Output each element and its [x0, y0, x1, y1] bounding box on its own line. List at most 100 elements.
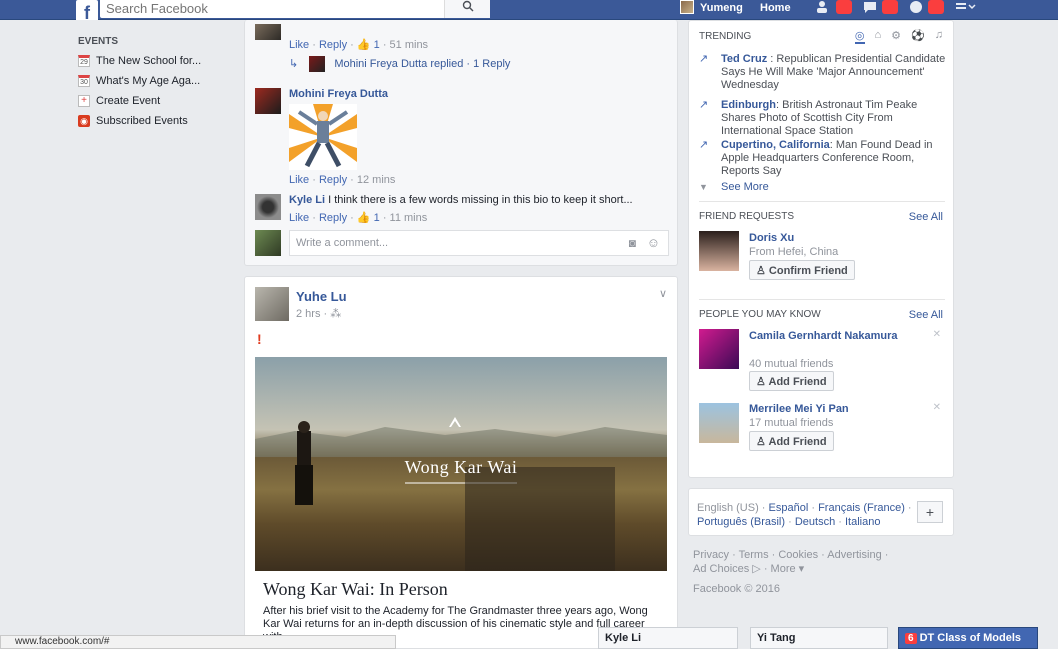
politics-icon[interactable]: ⌂ — [875, 29, 882, 44]
trending-topic: Ted Cruz — [721, 53, 768, 65]
friend-requests-icon[interactable] — [816, 0, 832, 14]
post-time-text: 2 hrs — [296, 308, 321, 320]
camera-icon[interactable]: ◙ — [629, 236, 636, 250]
language-link[interactable]: Italiano — [845, 516, 880, 528]
write-comment-placeholder: Write a comment... — [296, 237, 389, 249]
profile-link[interactable]: Yumeng — [680, 0, 743, 20]
add-friend-button[interactable]: ♙ Add Friend — [749, 431, 834, 451]
comments-section: Like · Reply · 👍 1 · 51 mins ↳ Mohini Fr… — [244, 20, 678, 266]
divider — [699, 201, 945, 202]
notification-badge — [882, 0, 898, 14]
home-link[interactable]: Home — [760, 2, 791, 14]
science-icon[interactable]: ⚙ — [891, 29, 901, 44]
close-icon[interactable]: ✕ — [933, 402, 941, 413]
emoji-icon[interactable]: ☺ — [647, 235, 660, 250]
chat-tab-label: Kyle Li — [605, 632, 642, 644]
post-timestamp[interactable]: 2 hrs · ⁂ — [296, 307, 341, 320]
like-link[interactable]: Like — [289, 212, 309, 224]
reply-link[interactable]: Reply — [319, 212, 347, 224]
comment: Kyle Li I think there is a few words mis… — [289, 194, 669, 206]
right-rail: TRENDING ◎ ⌂ ⚙ ⚽ ♫ ↗ Ted Cruz : Republic… — [688, 20, 954, 478]
footer: Privacy · Terms · Cookies · Advertising … — [693, 548, 893, 596]
post-author[interactable]: Yuhe Lu — [296, 289, 347, 304]
like-link[interactable]: Like — [289, 174, 309, 186]
search-box — [100, 0, 490, 18]
plus-icon: + — [78, 95, 90, 107]
thumbs-up-icon: 👍 — [356, 39, 371, 51]
sidebar-item-event[interactable]: 30 What's My Age Aga... — [78, 71, 238, 91]
unread-badge: 6 — [905, 633, 917, 644]
person-name[interactable]: Doris Xu — [749, 232, 899, 245]
person-subtitle: From Hefei, China — [749, 246, 839, 258]
sidebar-item-event[interactable]: 29 The New School for... — [78, 51, 238, 71]
chat-tab-group[interactable]: 6 DT Class of Models — [898, 627, 1038, 649]
see-all-link[interactable]: See All — [909, 309, 943, 321]
reply-summary-text: Mohini Freya Dutta replied · 1 Reply — [334, 57, 511, 70]
trending-item[interactable]: ↗ Cupertino, California: Man Found Dead … — [699, 139, 949, 178]
add-friend-button[interactable]: ♙ Add Friend — [749, 371, 834, 391]
trending-arrow-icon: ↗ — [699, 99, 709, 111]
add-person-icon: ♙ — [756, 436, 769, 448]
trending-item[interactable]: ↗ Ted Cruz : Republican Presidential Can… — [699, 53, 949, 92]
user-name: Yumeng — [700, 2, 743, 14]
more-languages-button[interactable]: + — [917, 501, 943, 523]
person-name[interactable]: Merrilee Mei Yi Pan — [749, 403, 899, 416]
trending-topic: Edinburgh — [721, 99, 776, 111]
language-link[interactable]: Português (Brasil) — [697, 516, 785, 528]
top-navigation-bar: f Yumeng Home — [0, 0, 1058, 20]
facebook-logo-icon[interactable]: f — [76, 0, 98, 20]
reply-link[interactable]: Reply — [319, 39, 347, 51]
link-preview-image[interactable]: Wong Kar Wai — [255, 357, 667, 571]
like-link[interactable]: Like — [289, 39, 309, 51]
chat-tab[interactable]: Kyle Li — [598, 627, 738, 649]
see-all-link[interactable]: See All — [909, 211, 943, 223]
like-count: 1 — [373, 212, 380, 224]
chevron-down-icon[interactable]: ∨ — [659, 287, 667, 300]
trending-item[interactable]: ↗ Edinburgh: British Astronaut Tim Peake… — [699, 99, 949, 138]
messages-icon[interactable] — [862, 0, 878, 14]
menu-icon[interactable] — [954, 0, 976, 14]
link-title[interactable]: Wong Kar Wai: In Person — [263, 579, 448, 600]
avatar[interactable] — [699, 403, 739, 443]
avatar[interactable] — [699, 231, 739, 271]
search-button[interactable] — [444, 0, 490, 18]
current-language: English (US) · — [697, 502, 769, 514]
language-link[interactable]: Deutsch — [795, 516, 835, 528]
chat-tab[interactable]: Yi Tang — [750, 627, 888, 649]
footer-links[interactable]: Privacy · Terms · Cookies · Advertising … — [693, 548, 893, 576]
globe-icon[interactable] — [908, 0, 924, 14]
confirm-friend-button[interactable]: ♙ Confirm Friend — [749, 260, 855, 280]
post-card: Yuhe Lu 2 hrs · ⁂ ∨ ! Wong Kar Wai Wong … — [244, 276, 678, 649]
comment-text: I think there is a few words missing in … — [328, 194, 633, 206]
avatar[interactable] — [255, 287, 289, 321]
sidebar-item-label: The New School for... — [96, 55, 202, 67]
language-link[interactable]: Español — [769, 502, 809, 514]
comment-actions: Like · Reply · 👍 1 · 11 mins — [289, 212, 428, 224]
language-link[interactable]: Français (France) — [818, 502, 905, 514]
write-comment-input[interactable]: Write a comment... ◙ ☺ — [289, 230, 669, 256]
calendar-icon: 29 — [78, 55, 90, 67]
search-icon — [462, 0, 473, 12]
trending-topic: Cupertino, California — [721, 139, 830, 151]
rss-icon: ◉ — [78, 115, 90, 127]
comment-actions: Like · Reply · 12 mins — [289, 174, 396, 186]
entertainment-icon[interactable]: ♫ — [935, 29, 943, 44]
search-input[interactable] — [106, 0, 426, 16]
trending-top-icon[interactable]: ◎ — [854, 29, 865, 44]
close-icon[interactable]: ✕ — [933, 329, 941, 340]
button-label: Confirm Friend — [768, 265, 848, 277]
friends-audience-icon: · ⁂ — [323, 308, 342, 320]
see-more-link[interactable]: ▼ See More — [699, 181, 949, 194]
avatar[interactable] — [699, 329, 739, 369]
reply-link[interactable]: Reply — [319, 174, 347, 186]
like-count: 1 — [373, 39, 380, 51]
person-name[interactable]: Camila Gernhardt Nakamura — [749, 330, 899, 343]
pymk-header: PEOPLE YOU MAY KNOW — [699, 309, 821, 320]
friend-requests-header: FRIEND REQUESTS — [699, 211, 795, 222]
comment-author[interactable]: Kyle Li — [289, 194, 325, 206]
reply-summary[interactable]: ↳ Mohini Freya Dutta replied · 1 Reply — [289, 56, 510, 72]
sidebar-item-create-event[interactable]: + Create Event — [78, 91, 238, 111]
sports-icon[interactable]: ⚽ — [911, 29, 925, 44]
sidebar-item-subscribed-events[interactable]: ◉ Subscribed Events — [78, 111, 238, 131]
comment-author[interactable]: Mohini Freya Dutta — [289, 88, 388, 100]
